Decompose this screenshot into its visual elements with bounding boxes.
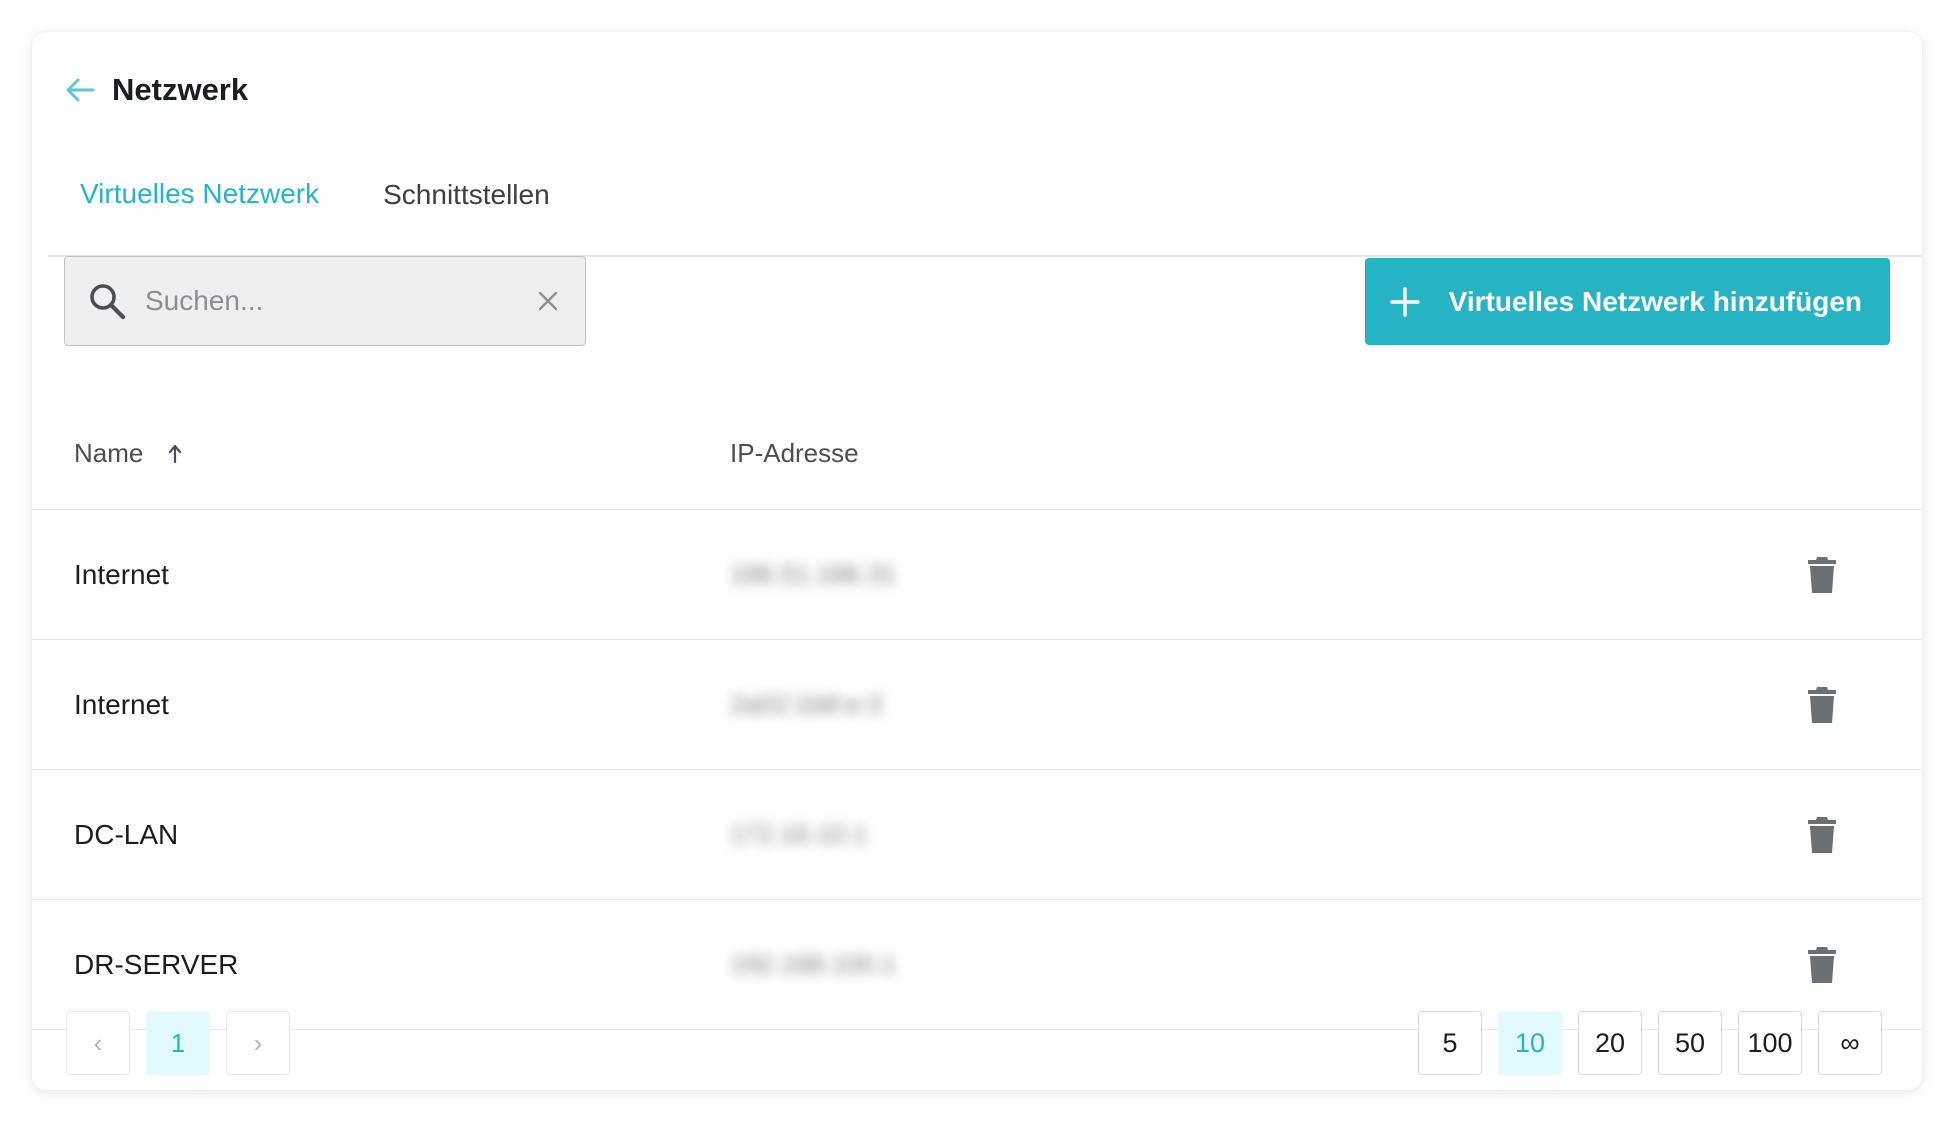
network-table: Name IP-Adresse Internet 186.51.186.31 I… <box>32 408 1922 1030</box>
column-ip-label: IP-Adresse <box>730 438 859 468</box>
column-header-ip: IP-Adresse <box>730 438 1762 469</box>
row-ip: 172.16.10.1 <box>730 819 868 849</box>
trash-icon[interactable] <box>1804 945 1840 985</box>
table-row[interactable]: Internet 2a02:1b8:e:3 <box>32 640 1922 770</box>
page-size-20-button[interactable]: 20 <box>1578 1011 1642 1075</box>
row-ip: 186.51.186.31 <box>730 559 897 589</box>
page-size-selector: 5 10 20 50 100 ∞ <box>1418 1011 1882 1075</box>
table-header: Name IP-Adresse <box>32 408 1922 510</box>
page-size-100-button[interactable]: 100 <box>1738 1011 1802 1075</box>
page-button-current[interactable]: 1 <box>146 1011 210 1075</box>
next-page-button[interactable]: › <box>226 1011 290 1075</box>
row-name: Internet <box>74 558 169 590</box>
row-ip: 2a02:1b8:e:3 <box>730 689 882 719</box>
search-box <box>64 256 586 346</box>
pagination: ‹ 1 › <box>66 1011 290 1075</box>
trash-icon[interactable] <box>1804 815 1840 855</box>
add-virtual-network-button[interactable]: Virtuelles Netzwerk hinzufügen <box>1364 258 1890 345</box>
trash-icon[interactable] <box>1804 685 1840 725</box>
row-ip: 192.168.100.1 <box>730 949 897 979</box>
prev-page-button[interactable]: ‹ <box>66 1011 130 1075</box>
page-title: Netzwerk <box>112 72 249 107</box>
add-button-label: Virtuelles Netzwerk hinzufügen <box>1448 285 1862 317</box>
page-size-all-button[interactable]: ∞ <box>1818 1011 1882 1075</box>
table-row[interactable]: Internet 186.51.186.31 <box>32 510 1922 640</box>
column-header-name[interactable]: Name <box>32 438 730 469</box>
plus-icon <box>1387 284 1423 320</box>
tab-interfaces[interactable]: Schnittstellen <box>351 152 582 255</box>
table-row[interactable]: DC-LAN 172.16.10.1 <box>32 770 1922 900</box>
row-name: DC-LAN <box>74 818 179 850</box>
network-card: Netzwerk Virtuelles Netzwerk Schnittstel… <box>32 32 1922 1090</box>
page-header: Netzwerk <box>62 60 248 120</box>
sort-ascending-icon[interactable] <box>165 442 185 466</box>
row-name: Internet <box>74 688 169 720</box>
trash-icon[interactable] <box>1804 555 1840 595</box>
page-size-50-button[interactable]: 50 <box>1658 1011 1722 1075</box>
tab-virtual-network[interactable]: Virtuelles Netzwerk <box>48 152 352 255</box>
back-arrow-icon[interactable] <box>62 72 98 108</box>
page-size-10-button[interactable]: 10 <box>1498 1011 1562 1075</box>
clear-search-icon[interactable] <box>533 286 563 316</box>
tab-bar: Virtuelles Netzwerk Schnittstellen <box>48 152 1922 257</box>
row-name: DR-SERVER <box>74 948 239 980</box>
page-size-5-button[interactable]: 5 <box>1418 1011 1482 1075</box>
column-name-label: Name <box>74 438 144 468</box>
search-input[interactable] <box>143 284 533 318</box>
search-icon <box>85 279 129 323</box>
